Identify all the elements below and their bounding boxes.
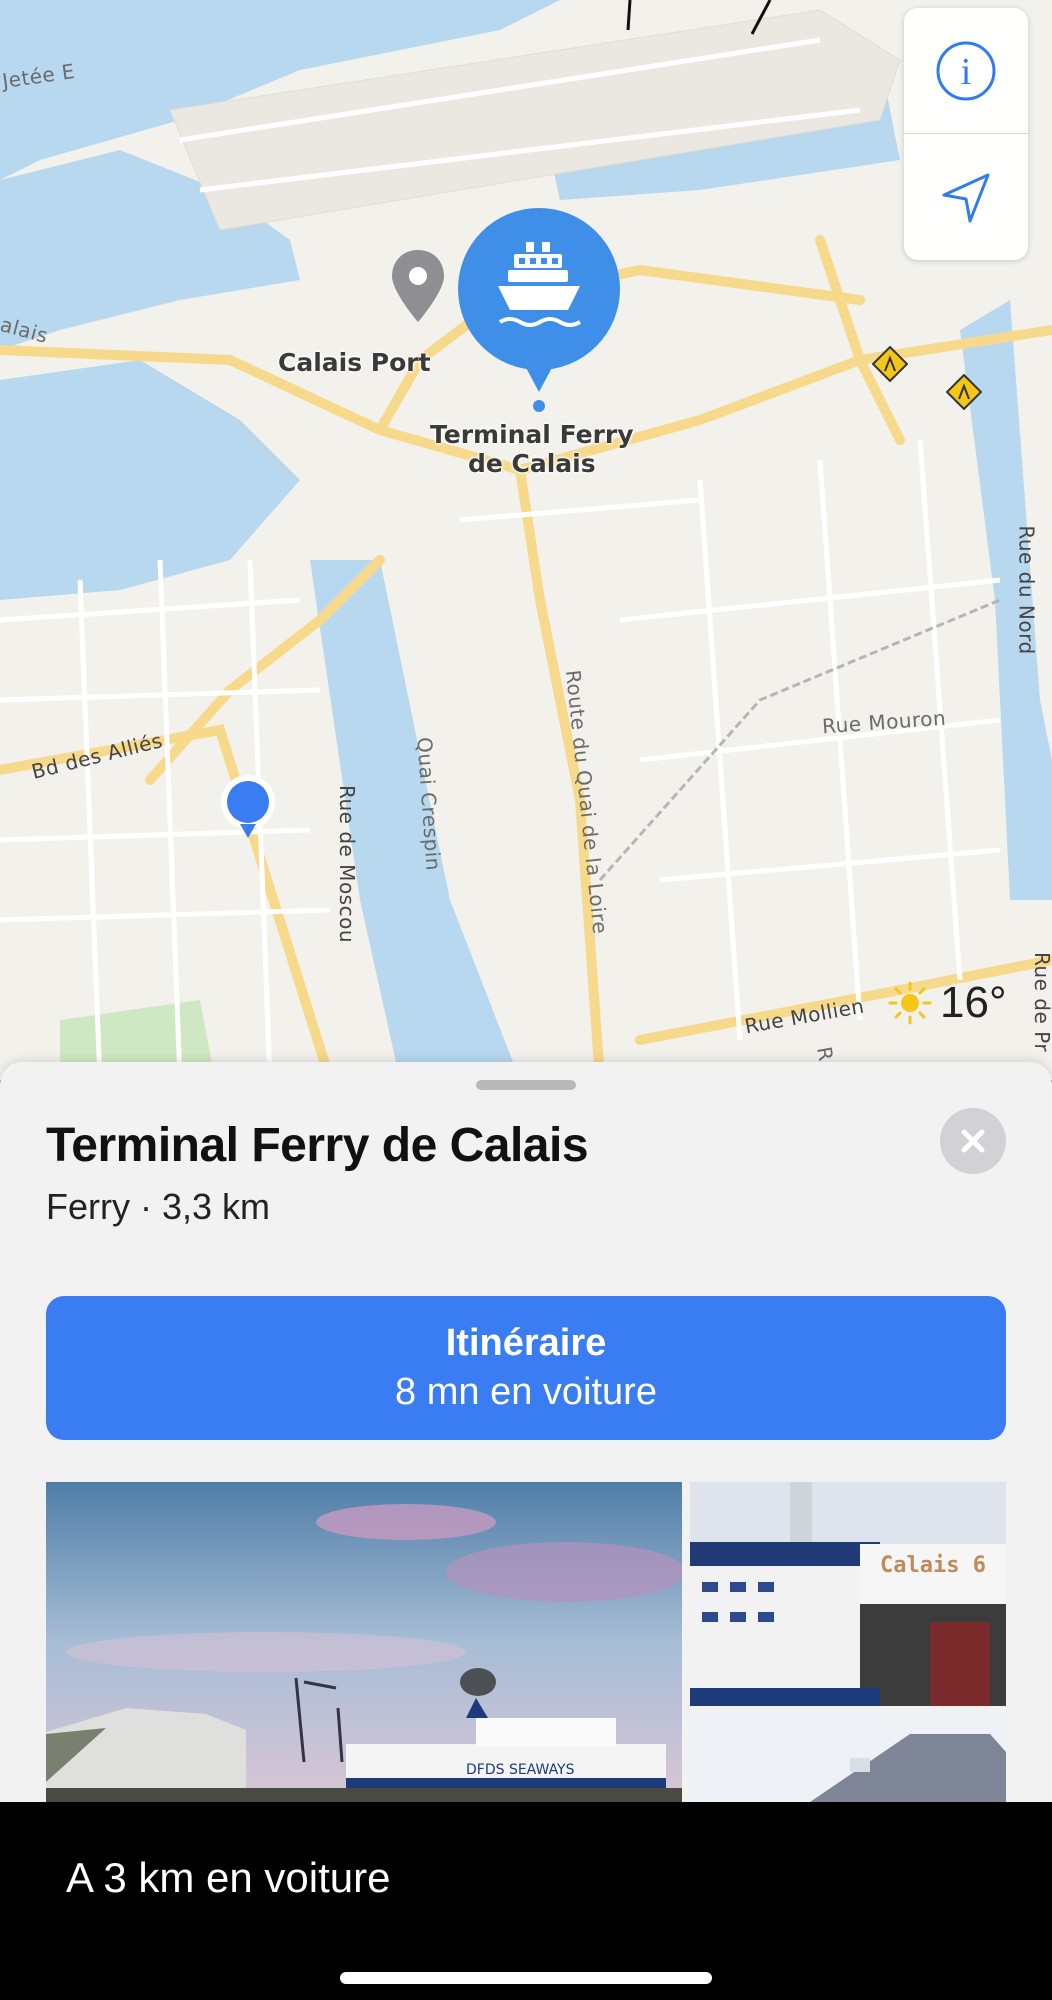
ferry-photo: DFDS SEAWAYS xyxy=(46,1482,682,1802)
sheet-grabber[interactable] xyxy=(476,1080,576,1090)
svg-text:i: i xyxy=(961,51,972,93)
ferry-terminal-label-line1: Terminal Ferry xyxy=(430,420,634,449)
place-photo-side-1[interactable]: Calais 6 xyxy=(690,1482,1006,1706)
close-button[interactable] xyxy=(940,1108,1006,1174)
ferry-terminal-pin-icon[interactable] xyxy=(456,206,622,412)
terminal-photo-caption: Calais 6 xyxy=(880,1553,986,1578)
map-label-rue-moscou: Rue de Moscou xyxy=(335,784,360,944)
weather-widget: 16° xyxy=(888,978,1007,1028)
construction-icon xyxy=(946,374,982,410)
map-controls: i xyxy=(904,8,1028,260)
place-photo-main[interactable]: DFDS SEAWAYS xyxy=(46,1482,682,1802)
temperature: 16° xyxy=(940,978,1007,1027)
map-label-rue-de-pr: Rue de Pr xyxy=(1030,951,1052,1053)
close-icon xyxy=(961,1129,985,1153)
directions-button[interactable]: Itinéraire 8 mn en voiture xyxy=(46,1296,1006,1440)
ferry-photo-caption: DFDS SEAWAYS xyxy=(466,1762,575,1778)
caption-bar: A 3 km en voiture xyxy=(0,1802,1052,2000)
calais-port-label[interactable]: Calais Port xyxy=(278,348,431,377)
sun-icon xyxy=(888,981,932,1025)
location-arrow-icon xyxy=(942,173,990,223)
ferry-terminal-label[interactable]: Terminal Ferry de Calais xyxy=(430,420,634,478)
home-indicator[interactable] xyxy=(340,1972,712,1984)
ferry-terminal-label-line2: de Calais xyxy=(467,449,596,478)
info-button[interactable]: i xyxy=(904,8,1028,134)
terminal-photo: Calais 6 xyxy=(690,1482,1006,1706)
calais-port-pin-icon[interactable] xyxy=(390,248,446,324)
place-title: Terminal Ferry de Calais xyxy=(46,1119,589,1172)
construction-icon xyxy=(872,346,908,382)
building-photo xyxy=(690,1712,1006,1802)
directions-detail: 8 mn en voiture xyxy=(395,1371,657,1413)
caption-text: A 3 km en voiture xyxy=(66,1854,391,1901)
location-button[interactable] xyxy=(904,134,1028,260)
place-photo-side-2[interactable] xyxy=(690,1712,1006,1802)
current-location-pin-icon[interactable] xyxy=(218,774,278,840)
map-canvas xyxy=(0,0,1052,1080)
info-icon: i xyxy=(936,41,996,100)
place-subtitle: Ferry · 3,3 km xyxy=(46,1186,271,1227)
directions-label: Itinéraire xyxy=(445,1322,607,1364)
place-card: Terminal Ferry de Calais Ferry · 3,3 km … xyxy=(0,1062,1052,1802)
map-label-rue-nord: Rue du Nord xyxy=(1014,525,1039,655)
map-view[interactable]: Jetée E alais Bd des Alliés Rue de Mosco… xyxy=(0,0,1052,1080)
